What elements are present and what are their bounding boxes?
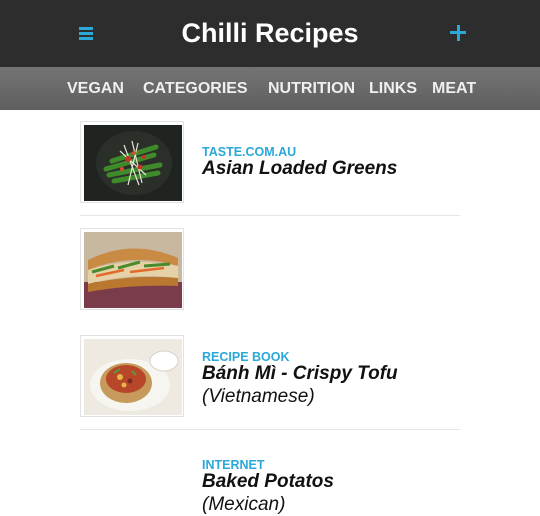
recipe-thumbnail (80, 228, 184, 310)
add-recipe-icon[interactable] (446, 19, 470, 47)
recipe-title: Bánh Mì - Crispy Tofu (202, 363, 398, 384)
recipe-subtitle: (Mexican) (202, 494, 286, 515)
recipe-source: RECIPE BOOK (202, 350, 290, 364)
nav-tab-nutrition[interactable]: NUTRITION (268, 67, 355, 110)
nav-tab-categories[interactable]: CATEGORIES (143, 67, 248, 110)
divider (80, 215, 460, 216)
recipe-title: Baked Potatos (202, 471, 334, 492)
nav-tab-links[interactable]: LINKS (369, 67, 417, 110)
nav-tab-vegan[interactable]: VEGAN (67, 67, 124, 110)
recipe-source: INTERNET (202, 458, 265, 472)
app-header: Chilli Recipes (0, 0, 540, 67)
recipe-thumbnail (80, 121, 184, 203)
nav-tab-meat[interactable]: MEAT (432, 67, 476, 110)
category-nav: VEGAN CATEGORIES NUTRITION LINKS MEAT (0, 67, 540, 110)
recipe-title: Asian Loaded Greens (202, 158, 398, 179)
recipe-source: TASTE.COM.AU (202, 145, 297, 159)
divider (80, 429, 460, 430)
